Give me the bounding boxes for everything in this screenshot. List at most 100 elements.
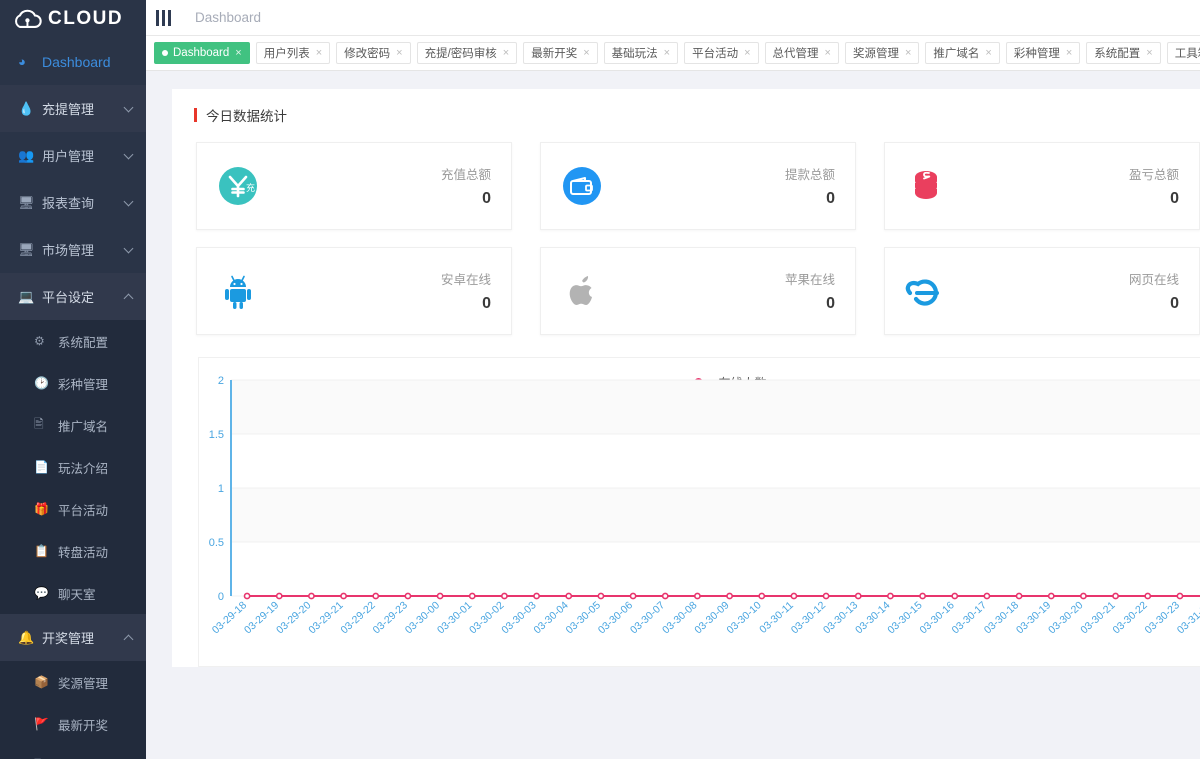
online-users-chart[interactable]: 在线人数 00.511.5203-29-1803-29-1903-29-2003… xyxy=(198,357,1200,667)
tab-label: 用户列表 xyxy=(264,45,310,61)
clipboard-icon: 📋 xyxy=(34,544,58,558)
svg-text:03-30-21: 03-30-21 xyxy=(1078,599,1117,636)
users-icon: 👥 xyxy=(18,148,42,164)
tab-user-list[interactable]: 用户列表 × xyxy=(256,42,330,64)
sidebar-item-yonghu-chedan[interactable]: 🖺 用户撤单 xyxy=(0,745,146,759)
stat-card-profit-loss-total[interactable]: 盈亏总额 0 xyxy=(884,142,1200,230)
sidebar-item-yonghu-guanli[interactable]: 👥 用户管理 xyxy=(0,132,146,179)
tab-label: 工具箱 xyxy=(1175,45,1200,61)
market-icon: 🖥 xyxy=(18,242,42,258)
svg-text:03-30-03: 03-30-03 xyxy=(499,599,538,636)
hamburger-icon[interactable] xyxy=(156,10,171,26)
svg-text:1.5: 1.5 xyxy=(209,429,224,441)
tab-label: 彩种管理 xyxy=(1014,45,1060,61)
svg-text:03-30-06: 03-30-06 xyxy=(596,599,635,636)
stat-values: 安卓在线 0 xyxy=(441,269,491,313)
svg-text:03-30-22: 03-30-22 xyxy=(1110,599,1149,636)
close-icon[interactable]: × xyxy=(905,47,911,59)
stat-card-withdraw-total[interactable]: 提款总额 0 xyxy=(540,142,856,230)
chat-icon: 💬 xyxy=(34,586,58,600)
close-icon[interactable]: × xyxy=(825,47,831,59)
tab-lottery-type[interactable]: 彩种管理 × xyxy=(1006,42,1080,64)
android-icon xyxy=(215,268,261,314)
monitor-icon: 💻 xyxy=(18,289,42,305)
sidebar-item-caizhong-guanli[interactable]: 🕑 彩种管理 xyxy=(0,362,146,404)
sidebar-item-shichang-guanli[interactable]: 🖥 市场管理 xyxy=(0,226,146,273)
svg-text:03-30-19: 03-30-19 xyxy=(1014,599,1053,636)
tab-system-config[interactable]: 系统配置 × xyxy=(1086,42,1160,64)
sidebar-item-pingtai-huodong[interactable]: 🎁 平台活动 xyxy=(0,488,146,530)
tab-dashboard[interactable]: Dashboard × xyxy=(154,42,250,64)
svg-text:03-30-10: 03-30-10 xyxy=(724,599,763,636)
bell-icon: 🔔 xyxy=(18,630,42,646)
svg-text:03-30-01: 03-30-01 xyxy=(435,599,474,636)
tab-latest-draw[interactable]: 最新开奖 × xyxy=(523,42,597,64)
close-icon[interactable]: × xyxy=(744,47,750,59)
svg-text:03-29-23: 03-29-23 xyxy=(371,599,410,636)
sidebar-item-xitong-peizhi[interactable]: ⚙ 系统配置 xyxy=(0,320,146,362)
sidebar-item-dashboard[interactable]: ◕ Dashboard xyxy=(0,38,146,85)
stat-values: 苹果在线 0 xyxy=(785,269,835,313)
close-icon[interactable]: × xyxy=(985,47,991,59)
svg-text:03-30-17: 03-30-17 xyxy=(950,599,989,636)
stat-card-recharge-total[interactable]: 充 充值总额 0 xyxy=(196,142,512,230)
sidebar-item-kaijiang-guanli[interactable]: 🔔 开奖管理 xyxy=(0,614,146,661)
stat-card-ios-online[interactable]: 苹果在线 0 xyxy=(540,247,856,335)
tab-agent-management[interactable]: 总代管理 × xyxy=(765,42,839,64)
stat-label: 盈亏总额 xyxy=(1129,164,1179,183)
sidebar-item-wanfa-jieshao[interactable]: 📄 玩法介绍 xyxy=(0,446,146,488)
stat-card-web-online[interactable]: 网页在线 0 xyxy=(884,247,1200,335)
tab-platform-activity[interactable]: 平台活动 × xyxy=(684,42,758,64)
close-icon[interactable]: × xyxy=(1146,47,1152,59)
tab-prize-source[interactable]: 奖源管理 × xyxy=(845,42,919,64)
sidebar-item-label: 充提管理 xyxy=(42,99,94,118)
sidebar-item-tuiguang-yuming[interactable]: 🖹 推广域名 xyxy=(0,404,146,446)
sidebar-item-label: 用户管理 xyxy=(42,146,94,165)
sidebar-item-jiangyuan-guanli[interactable]: 📦 奖源管理 xyxy=(0,661,146,703)
dashboard-icon: ◕ xyxy=(18,54,42,69)
tab-basic-play[interactable]: 基础玩法 × xyxy=(604,42,678,64)
stat-card-android-online[interactable]: 安卓在线 0 xyxy=(196,247,512,335)
close-icon[interactable]: × xyxy=(664,47,670,59)
sidebar-item-label: Dashboard xyxy=(42,54,111,70)
stat-value: 0 xyxy=(441,295,491,313)
close-icon[interactable]: × xyxy=(235,47,241,59)
tab-toolbox[interactable]: 工具箱 × xyxy=(1167,42,1200,64)
section-title-label: 今日数据统计 xyxy=(206,105,287,125)
sidebar-item-label: 聊天室 xyxy=(58,584,96,603)
tab-promo-domain[interactable]: 推广域名 × xyxy=(925,42,999,64)
chevron-down-icon xyxy=(124,102,134,112)
chevron-down-icon xyxy=(124,243,134,253)
tab-label: 系统配置 xyxy=(1094,45,1140,61)
stat-value: 0 xyxy=(441,190,491,208)
chevron-down-icon xyxy=(124,149,134,159)
close-icon[interactable]: × xyxy=(316,47,322,59)
section-title: 今日数据统计 xyxy=(194,105,1200,125)
sidebar-item-baobiao-chaxun[interactable]: 🖥 报表查询 xyxy=(0,179,146,226)
tab-deposit-password-audit[interactable]: 充提/密码审核 × xyxy=(417,42,518,64)
close-icon[interactable]: × xyxy=(1066,47,1072,59)
tab-change-password[interactable]: 修改密码 × xyxy=(336,42,410,64)
brand-logo[interactable]: CLOUD xyxy=(0,0,146,38)
stat-values: 充值总额 0 xyxy=(441,164,491,208)
internet-explorer-icon xyxy=(903,268,949,314)
tab-label: 基础玩法 xyxy=(612,45,658,61)
sidebar-item-label: 彩种管理 xyxy=(58,374,108,393)
close-icon[interactable]: × xyxy=(396,47,402,59)
close-icon[interactable]: × xyxy=(583,47,589,59)
sidebar-item-chuti-guanli[interactable]: 💧 充提管理 xyxy=(0,85,146,132)
close-icon[interactable]: × xyxy=(503,47,509,59)
flag-icon: 🚩 xyxy=(34,717,58,731)
wallet-icon xyxy=(559,163,605,209)
stat-values: 提款总额 0 xyxy=(785,164,835,208)
sidebar-item-liaotianshi[interactable]: 💬 聊天室 xyxy=(0,572,146,614)
sidebar-item-zuixin-kaijiang[interactable]: 🚩 最新开奖 xyxy=(0,703,146,745)
sidebar-item-pingtai-sheding[interactable]: 💻 平台设定 xyxy=(0,273,146,320)
box-icon: 📦 xyxy=(34,675,58,689)
sidebar-item-zhuanpan-huodong[interactable]: 📋 转盘活动 xyxy=(0,530,146,572)
sidebar-item-label: 报表查询 xyxy=(42,193,94,212)
stat-value: 0 xyxy=(1129,190,1179,208)
coins-icon xyxy=(903,163,949,209)
tab-label: Dashboard xyxy=(173,47,229,59)
svg-text:03-30-08: 03-30-08 xyxy=(660,599,699,636)
